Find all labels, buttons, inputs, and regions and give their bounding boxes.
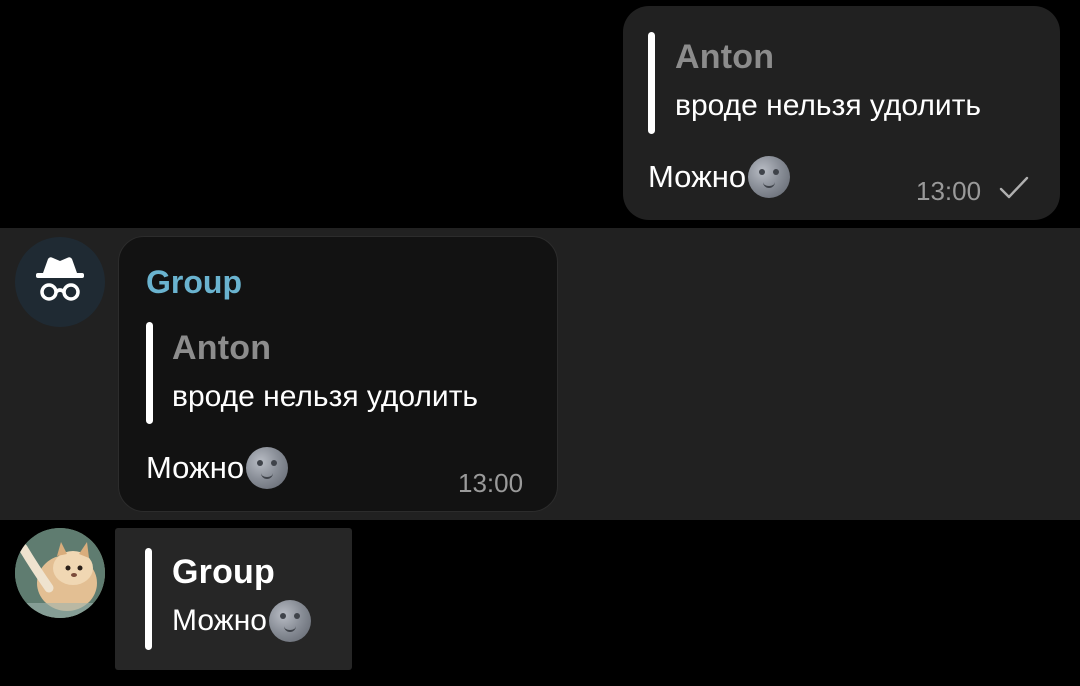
message-time: 13:00 (916, 176, 982, 206)
reply-quote-text: Можно (172, 600, 311, 642)
incoming-message-bubble[interactable]: Group Anton вроде нельзя удолить Можно 1… (118, 236, 558, 512)
reply-preview-bubble[interactable]: Group Можно (115, 528, 352, 670)
new-moon-face-emoji-icon (748, 156, 791, 198)
sender-name[interactable]: Group (146, 264, 242, 301)
new-moon-face-emoji-icon (246, 447, 289, 489)
message-text-content: Можно (146, 450, 245, 485)
reply-quote-bar (146, 322, 153, 424)
reply-quote-name: Group (172, 553, 275, 591)
sent-check-icon (999, 176, 1029, 199)
reply-quote-bar (648, 32, 655, 134)
message-text-content: Можно (648, 159, 747, 194)
user-avatar[interactable] (15, 528, 105, 618)
message-text: Можно (146, 447, 289, 489)
reply-quote-bar (145, 548, 152, 650)
outgoing-message-bubble[interactable]: Anton вроде нельзя удолить Можно 13:00 (623, 6, 1060, 220)
message-time: 13:00 (458, 468, 524, 498)
reply-quote-text-content: Можно (172, 604, 267, 637)
reply-quote-text: вроде нельзя удолить (172, 380, 479, 413)
group-avatar[interactable] (15, 237, 105, 327)
message-text: Можно (648, 156, 791, 198)
reply-quote-name: Anton (172, 329, 272, 367)
reply-quote-text: вроде нельзя удолить (675, 89, 982, 122)
new-moon-face-emoji-icon (269, 600, 311, 642)
incognito-icon (36, 257, 84, 301)
reply-quote-name: Anton (675, 38, 775, 76)
cat-photo-avatar-image (15, 528, 105, 618)
